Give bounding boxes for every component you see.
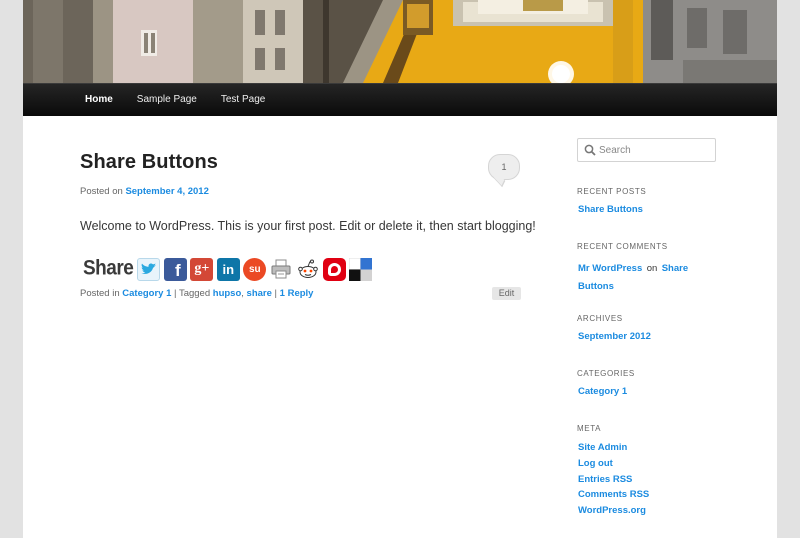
- tagged-prefix: Tagged: [178, 288, 211, 299]
- comment-count: 1: [501, 162, 507, 172]
- google-plus-icon[interactable]: g+: [190, 257, 214, 281]
- search-box: [577, 138, 716, 162]
- share-buttons: Share f g+ in su: [83, 256, 376, 282]
- recent-comment-item: Mr WordPress on Share Buttons: [578, 259, 718, 295]
- facebook-icon[interactable]: f: [163, 257, 187, 281]
- tag-link-hupso[interactable]: hupso: [213, 288, 242, 299]
- posted-in-prefix: Posted in: [80, 288, 120, 299]
- twitter-icon[interactable]: [137, 257, 161, 281]
- posted-on: Posted on September 4, 2012: [80, 186, 209, 197]
- archives-title: ARCHIVES: [577, 314, 623, 323]
- separator: |: [174, 288, 177, 299]
- meta-link-site-admin[interactable]: Site Admin: [578, 442, 627, 453]
- share-label: Share: [83, 256, 134, 281]
- tag-link-share[interactable]: share: [247, 288, 272, 299]
- category-link[interactable]: Category 1: [122, 288, 171, 299]
- meta-title: META: [577, 424, 602, 433]
- bebo-icon[interactable]: [322, 257, 346, 281]
- comments-bubble[interactable]: 1: [488, 154, 520, 180]
- comment-on-text: on: [646, 263, 658, 274]
- nav-item-test-page[interactable]: Test Page: [209, 84, 277, 116]
- reddit-icon[interactable]: [296, 257, 320, 281]
- entry-meta: Posted in Category 1 | Tagged hupso, sha…: [80, 288, 313, 299]
- post-title[interactable]: Share Buttons: [80, 151, 218, 174]
- separator: |: [274, 288, 278, 299]
- linkedin-icon[interactable]: in: [216, 257, 240, 281]
- tag-separator: ,: [241, 288, 244, 299]
- stumbleupon-icon[interactable]: su: [243, 257, 267, 281]
- archive-link[interactable]: September 2012: [578, 331, 651, 342]
- post-content: Welcome to WordPress. This is your first…: [80, 219, 536, 233]
- delicious-icon[interactable]: [349, 257, 373, 281]
- recent-posts-title: RECENT POSTS: [577, 187, 647, 196]
- comment-post-link[interactable]: Share: [662, 263, 688, 274]
- meta-link-comments-rss[interactable]: Comments RSS: [578, 489, 649, 500]
- post-date-link[interactable]: September 4, 2012: [125, 186, 208, 197]
- comment-post-link-cont[interactable]: Buttons: [578, 281, 614, 292]
- header-image: [23, 0, 777, 83]
- print-icon[interactable]: [269, 257, 293, 281]
- meta-link-entries-rss[interactable]: Entries RSS: [578, 474, 632, 485]
- recent-comments-title: RECENT COMMENTS: [577, 242, 668, 251]
- comment-author-link[interactable]: Mr WordPress: [578, 263, 642, 274]
- nav-item-sample-page[interactable]: Sample Page: [125, 84, 209, 116]
- meta-link-wordpress-org[interactable]: WordPress.org: [578, 505, 646, 516]
- nav-item-home[interactable]: Home: [73, 84, 125, 116]
- edit-button[interactable]: Edit: [492, 287, 521, 300]
- main-navigation: Home Sample Page Test Page: [23, 83, 777, 116]
- recent-post-link[interactable]: Share Buttons: [578, 204, 643, 215]
- search-input[interactable]: [599, 143, 709, 157]
- categories-title: CATEGORIES: [577, 369, 635, 378]
- search-icon: [584, 144, 596, 156]
- meta-link-log-out[interactable]: Log out: [578, 458, 613, 469]
- page-wrapper: Home Sample Page Test Page Share Buttons…: [23, 0, 777, 538]
- category-sidebar-link[interactable]: Category 1: [578, 386, 627, 397]
- posted-on-prefix: Posted on: [80, 186, 123, 197]
- reply-link[interactable]: 1 Reply: [280, 288, 314, 299]
